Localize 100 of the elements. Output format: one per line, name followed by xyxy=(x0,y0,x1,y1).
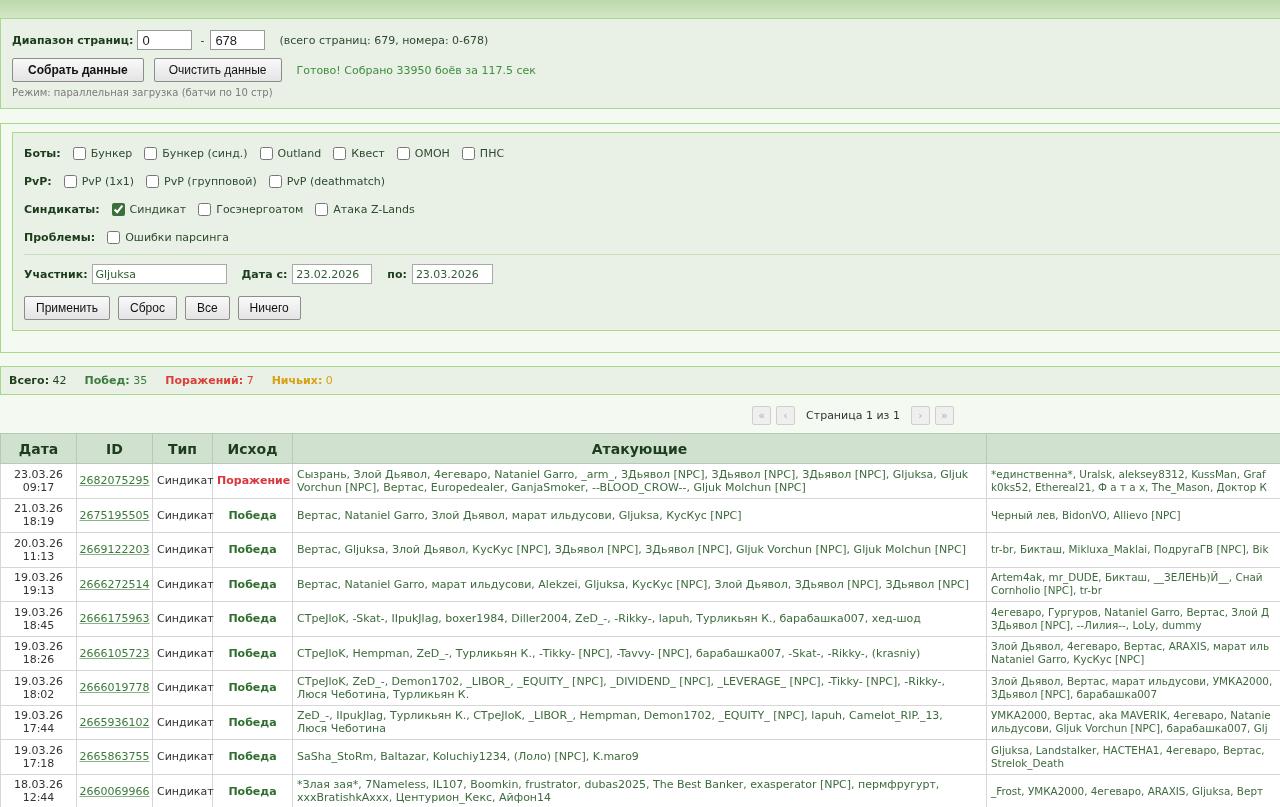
checkbox-label: ОМОН xyxy=(414,146,450,160)
mode-note: Режим: параллельная загрузка (батчи по 10 стр) xyxy=(12,87,274,99)
outcome-cell: Победа xyxy=(212,636,293,671)
outcome-cell: Победа xyxy=(212,567,293,602)
names-text: ЗДьявол [NPC], --Лилия--, LoLy, dummy xyxy=(991,618,1203,632)
table-cell: Синдикат xyxy=(152,498,213,533)
table-cell: Синдикат xyxy=(152,705,213,740)
checkbox[interactable] xyxy=(268,174,282,188)
table-cell: Синдикат xyxy=(152,739,213,774)
checkbox-label: Синдикат xyxy=(129,202,187,216)
select-none-button[interactable]: Ничего xyxy=(237,296,301,320)
date-from-label: Дата с: xyxy=(241,267,288,281)
checkbox[interactable] xyxy=(461,146,475,160)
checkbox-label: PvP (1x1) xyxy=(81,174,135,188)
table-cell: Вертас, Nataniel Garro, Злой Дьявол, марат ильдусови, Gljuksa, КусКус [NPC] xyxy=(292,498,987,533)
checkbox[interactable] xyxy=(107,230,121,244)
outcome-cell: Победа xyxy=(212,739,293,774)
date-from-field[interactable]: 23.02.2026 xyxy=(292,264,373,284)
stat-text: Ничьих: 0 xyxy=(271,374,333,387)
table-cell: 19.03.26 18:02 xyxy=(0,670,77,705)
table-cell: Вертас, Nataniel Garro, марат ильдусови, Alekzei, Gljuksa, КусКус [NPC], Злой Дьявол, ЗДьявол [NPC], ЗДьявол [NPC] xyxy=(292,567,987,602)
names-text: _Frost, УМКА2000, 4егеваро, ARAXIS, Gljuksa, Верт xyxy=(991,784,1265,798)
table-cell: 19.03.26 18:26 xyxy=(0,636,77,671)
checkbox-label: Госэнергоатом xyxy=(216,202,304,216)
table-cell: Синдикат xyxy=(152,463,213,498)
checkbox-label: PvP (групповой) xyxy=(164,174,257,188)
checkbox-label: Бункер (синд.) xyxy=(162,146,248,160)
checkbox-label: Outland xyxy=(277,146,322,160)
names-text: 4егеваро, Гургуров, Nataniel Garro, Вертас, Злой Д xyxy=(991,605,1271,619)
outcome-cell: Поражение xyxy=(212,463,293,498)
page-to-field[interactable]: 678 xyxy=(210,30,266,50)
date-to-label: по: xyxy=(387,267,407,281)
outcome-cell: Победа xyxy=(212,498,293,533)
apply-button[interactable]: Применить xyxy=(24,296,110,320)
names-text: tr-br, Бикташ, Mikluxa_Maklai, ПодругаГВ [NPC], Bik xyxy=(991,543,1270,557)
names-text: УМКА2000, Вертас, aka MAVERIK, 4егеваро, Natanie xyxy=(991,709,1272,723)
table-cell: CTpeJloK, -Skat-, IIpukJlag, boxer1984, Diller2004, ZeD_-, -Rikky-, lapuh, Турликьян К., барабашка007, хед-шод xyxy=(292,601,987,636)
names-text: Gljuksa, Landstalker, НАСТЕНА1, 4егеваро, Вертас, xyxy=(991,743,1266,757)
column-header: Дата xyxy=(0,433,77,464)
checkbox[interactable] xyxy=(146,174,160,188)
checkbox[interactable] xyxy=(396,146,410,160)
checkbox[interactable] xyxy=(315,202,329,216)
pages-info-text: (всего страниц: 679, номера: 0-678) xyxy=(279,33,489,47)
table-cell: 19.03.26 19:13 xyxy=(0,567,77,602)
participant-field[interactable]: Gljuksa xyxy=(91,264,227,284)
outcome-cell: Победа xyxy=(212,532,293,567)
checkbox[interactable] xyxy=(333,146,347,160)
names-text: ильдусови, Gljuk Vorchun [NPC], барабашка007, Glj xyxy=(991,722,1269,736)
checkbox-label: Атака Z-Lands xyxy=(333,202,415,216)
column-header: Тип xyxy=(152,433,213,464)
table-cell: CTpeJloK, Hempman, ZeD_-, Турликьян К., -Tikky- [NPC], -Tavvy- [NPC], барабашка007, -Skat-, -Rikky-, (krasniy) xyxy=(292,636,987,671)
names-text: *единственна*, Uralsk, aleksey8312, KussMan, Graf xyxy=(991,467,1267,481)
outcome-cell: Победа xyxy=(212,774,293,807)
filter-group-label: Проблемы: xyxy=(24,230,96,244)
table-cell: Синдикат xyxy=(152,532,213,567)
range-separator: - xyxy=(200,33,205,47)
checkbox[interactable] xyxy=(259,146,273,160)
clear-data-button[interactable]: Очистить данные xyxy=(153,58,282,82)
date-to-field[interactable]: 23.03.2026 xyxy=(411,264,493,284)
range-label: Диапазон страниц: xyxy=(12,33,134,47)
select-all-button[interactable]: Все xyxy=(184,296,230,320)
checkbox[interactable] xyxy=(198,202,212,216)
checkbox-label: ПНС xyxy=(479,146,505,160)
stat-text: Поражений: 7 xyxy=(165,374,254,387)
checkbox-label: Бункер xyxy=(90,146,133,160)
reset-button[interactable]: Сброс xyxy=(118,296,177,320)
collect-data-button[interactable]: Собрать данные xyxy=(12,58,144,82)
table-cell: Синдикат xyxy=(152,567,213,602)
filter-group-label: Боты: xyxy=(24,146,61,160)
page-from-field[interactable]: 0 xyxy=(137,30,193,50)
table-cell: Сызрань, Злой Дьявол, 4егеваро, Nataniel Garro, _arm_, ЗДьявол [NPC], ЗДьявол [NPC], ЗДьявол [NPC], Gljuksa, Gljuk Vorchun [NPC], Вертас, Europedealer, GanjaSmoker, --BLOOD_CROW--, Gljuk Molchun [NPC] xyxy=(292,463,987,498)
stat-text: Побед: 35 xyxy=(84,374,148,387)
table-cell: Синдикат xyxy=(152,636,213,671)
outcome-cell: Победа xyxy=(212,705,293,740)
checkbox[interactable] xyxy=(63,174,77,188)
table-cell: 23.03.26 09:17 xyxy=(0,463,77,498)
checkbox[interactable] xyxy=(72,146,86,160)
checkbox[interactable] xyxy=(111,202,125,216)
table-cell: CTpeJloK, ZeD_-, Demon1702, _LIBOR_, _EQUITY_ [NPC], _DIVIDEND_ [NPC], _LEVERAGE_ [NPC], -Tikky- [NPC], -Rikky-, Люся Чеботина, Турликьян К. xyxy=(292,670,987,705)
names-text: Nataniel Garro, КусКус [NPC] xyxy=(991,653,1146,667)
page-indicator: Страница 1 из 1 xyxy=(806,408,900,422)
names-text: ЗДьявол [NPC], барабашка007 xyxy=(991,687,1159,701)
table-cell: *Злая зая*, 7Nameless, IL107, Boomkin, frustrator, dubas2025, The Best Banker, exasperator [NPC], пермфругурт, xxxBratishkAxxx, Центурион_Кекс, Айфон14 xyxy=(292,774,987,807)
filter-group-label: PvP: xyxy=(24,174,52,188)
table-cell: 19.03.26 17:18 xyxy=(0,739,77,774)
table-cell: ZeD_-, IIpukJlag, Турликьян К., CTpeJloK, _LIBOR_, Hempman, Demon1702, _EQUITY_ [NPC], lapuh, Camelot_RIP._13, Люся Чеботина xyxy=(292,705,987,740)
table-cell: 18.03.26 12:44 xyxy=(0,774,77,807)
table-cell: 19.03.26 17:44 xyxy=(0,705,77,740)
participant-label: Участник: xyxy=(24,267,88,281)
table-cell: Вертас, Gljuksa, Злой Дьявол, КусКус [NPC], ЗДьявол [NPC], ЗДьявол [NPC], Gljuk Vorchun [NPC], Gljuk Molchun [NPC] xyxy=(292,532,987,567)
names-text: Artem4ak, mr_DUDE, Бикташ, __ЗЕЛЕНЬ)Й__, Снай xyxy=(991,571,1264,585)
names-text: Черный лев, BidonVO, Allievo [NPC] xyxy=(991,508,1182,522)
column-header: ID xyxy=(76,433,153,464)
column-header: Исход xyxy=(212,433,293,464)
names-text: Злой Дьявол, 4егеваро, Вертас, ARAXIS, марат иль xyxy=(991,640,1271,654)
names-text: Strelok_Death xyxy=(991,756,1065,770)
table-cell: Синдикат xyxy=(152,601,213,636)
table-cell: 19.03.26 18:45 xyxy=(0,601,77,636)
checkbox[interactable] xyxy=(144,146,158,160)
table-cell: Синдикат xyxy=(152,774,213,807)
